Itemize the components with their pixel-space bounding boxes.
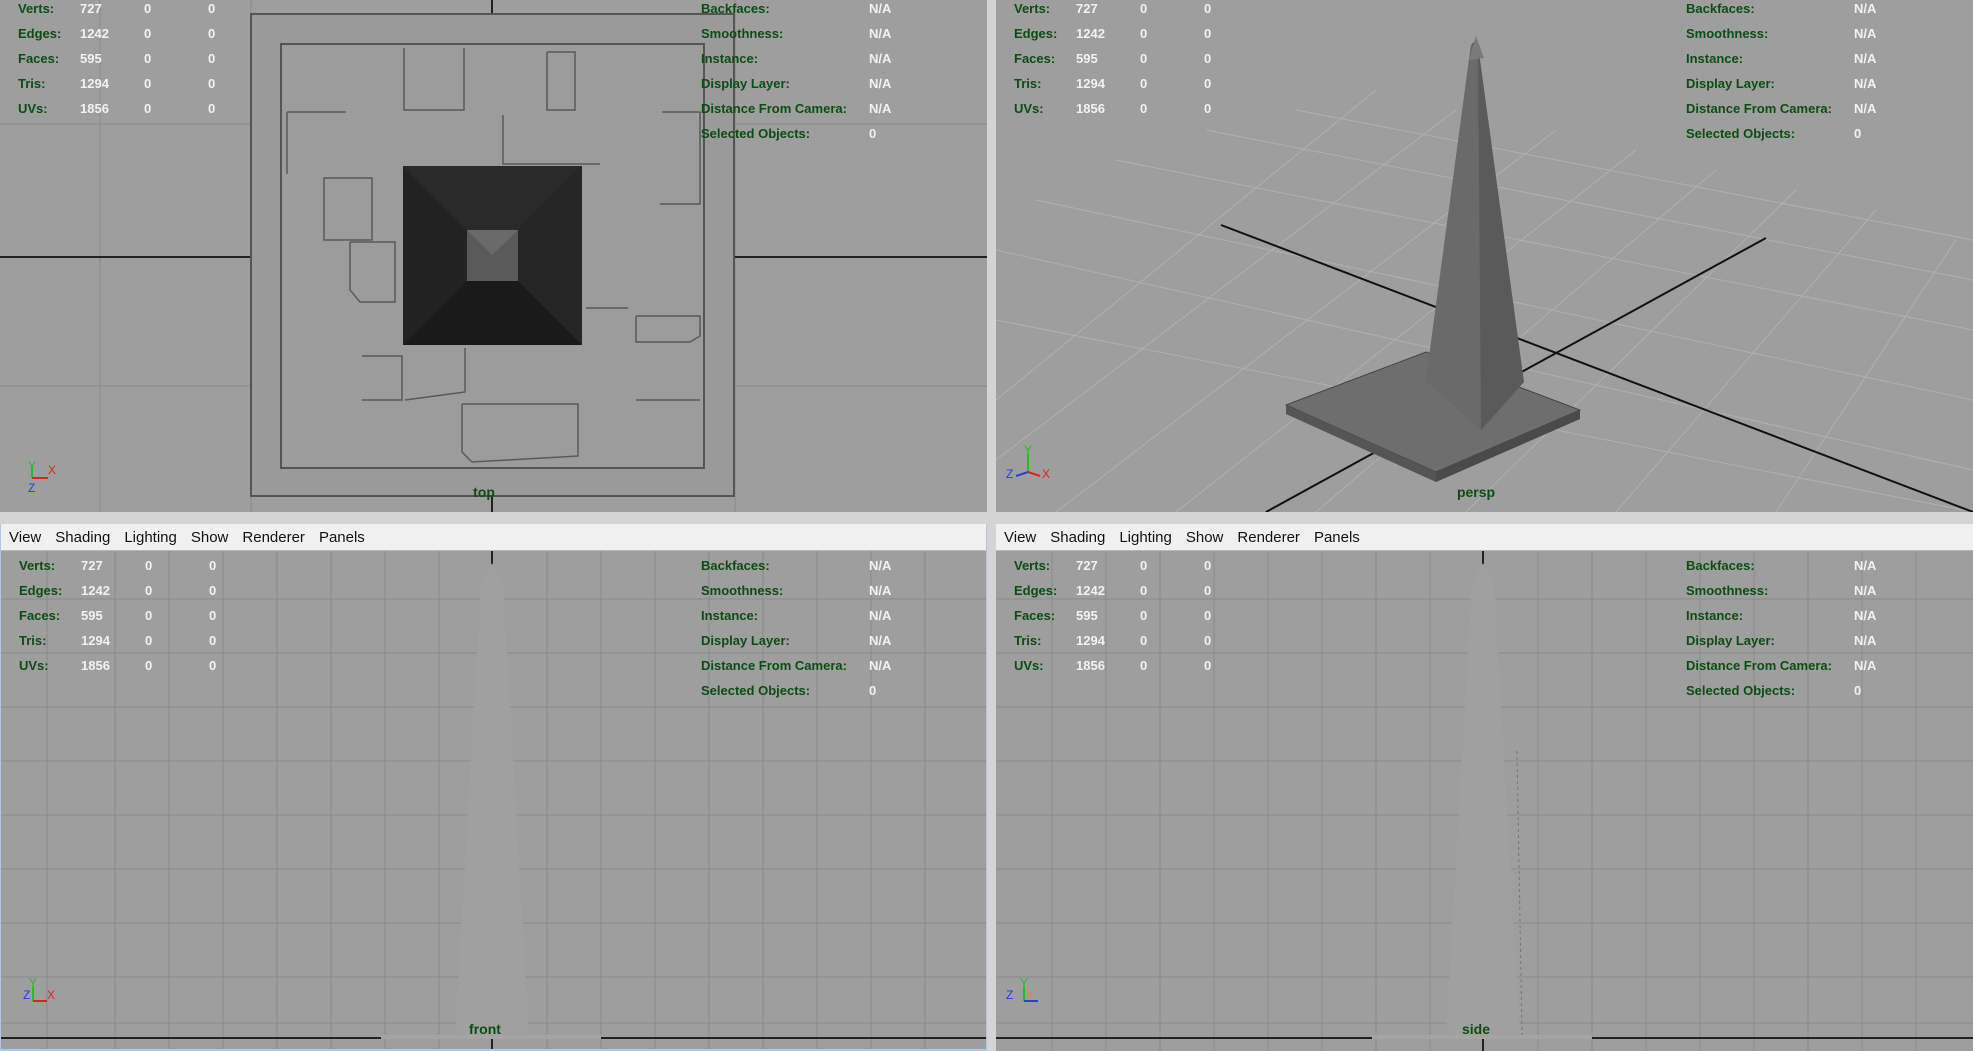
pane-divider-vertical[interactable]	[987, 0, 996, 1051]
axis-gizmo-icon: Y Z X	[23, 976, 55, 1002]
hud-object-details: Backfaces: N/A Smoothness: N/A Instance: N/…	[1686, 558, 1877, 698]
panel-menubar: View Shading Lighting Show Renderer Pane…	[996, 524, 1973, 551]
viewport-side[interactable]: View Shading Lighting Show Renderer Pane…	[996, 524, 1973, 1051]
svg-text:X: X	[47, 988, 55, 1002]
hud-object-details: Backfaces: N/A Smoothness: N/A Instance: N/…	[701, 1, 892, 141]
menu-renderer[interactable]: Renderer	[1230, 529, 1307, 546]
obelisk-side	[1446, 563, 1520, 1035]
menu-lighting[interactable]: Lighting	[1112, 529, 1179, 546]
camera-label-top: top	[473, 484, 495, 500]
axis-gizmo-icon: Y Z X	[1006, 443, 1050, 481]
menu-renderer[interactable]: Renderer	[235, 529, 312, 546]
menu-view[interactable]: View	[1, 529, 48, 546]
hud-poly-count: Verts: 727 0 0 Edges: 1242 0 0 Faces: 595 0 0 Tri…	[18, 1, 216, 116]
panel-menubar: View Shading Lighting Show Renderer Pane…	[1, 524, 986, 551]
hud-poly-count: Verts: 727 0 0 Edges: 1242 0 0 Faces: 595 0 0 Tri…	[1014, 558, 1212, 673]
svg-text:Z: Z	[1006, 988, 1013, 1002]
camera-label-persp: persp	[1456, 484, 1496, 500]
svg-text:Z: Z	[23, 988, 30, 1002]
menu-show[interactable]: Show	[184, 529, 236, 546]
viewport-persp[interactable]: Verts: 727 0 0 Edges: 1242 0 0 Faces: 595 0 0 Tri…	[996, 0, 1973, 512]
menu-lighting[interactable]: Lighting	[117, 529, 184, 546]
menu-show[interactable]: Show	[1179, 529, 1231, 546]
hud-poly-count: Verts: 727 0 0 Edges: 1242 0 0 Faces: 595 0 0 Tri…	[1014, 1, 1212, 116]
camera-label-side: side	[1461, 1021, 1491, 1037]
svg-text:Z: Z	[1006, 467, 1013, 481]
menu-panels[interactable]: Panels	[1307, 529, 1367, 546]
svg-text:Y: Y	[1024, 443, 1032, 457]
hud-object-details: Backfaces: N/A Smoothness: N/A Instance: N/…	[701, 558, 892, 698]
svg-text:X: X	[1042, 467, 1050, 481]
axis-gizmo-icon: Y X Z	[28, 459, 56, 495]
hud-object-details: Backfaces: N/A Smoothness: N/A Instance: N/…	[1686, 1, 1877, 141]
axis-gizmo-icon: Y Z X	[1006, 976, 1038, 1002]
menu-panels[interactable]: Panels	[312, 529, 372, 546]
pane-divider-horizontal[interactable]	[0, 512, 1973, 524]
viewport-top[interactable]: Verts: 727 0 0 Edges: 1242 0 0 Faces: 595 0 0 Tri…	[0, 0, 987, 512]
svg-text:Z: Z	[28, 481, 35, 495]
menu-shading[interactable]: Shading	[48, 529, 117, 546]
camera-label-front: front	[469, 1021, 501, 1037]
menu-view[interactable]: View	[996, 529, 1043, 546]
svg-text:X: X	[1026, 988, 1034, 1002]
svg-text:X: X	[48, 463, 56, 477]
obelisk-front	[455, 563, 529, 1035]
hud-poly-count: Verts: 727 0 0 Edges: 1242 0 0 Faces: 595 0 0 Tri…	[19, 558, 217, 673]
svg-text:Y: Y	[28, 459, 36, 473]
menu-shading[interactable]: Shading	[1043, 529, 1112, 546]
viewport-front[interactable]: View Shading Lighting Show Renderer Pane…	[0, 522, 988, 1051]
